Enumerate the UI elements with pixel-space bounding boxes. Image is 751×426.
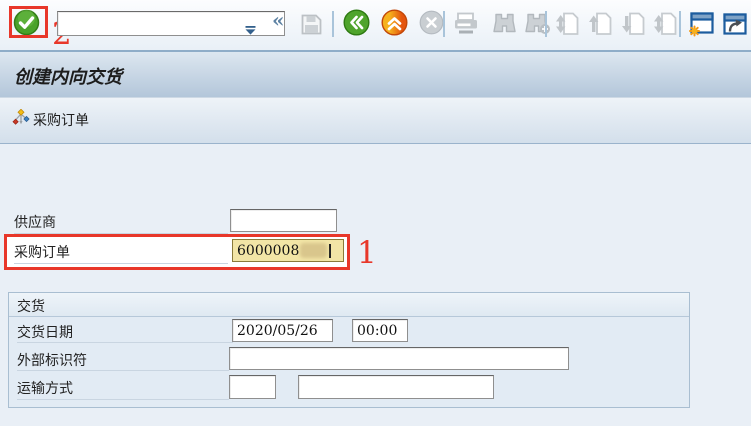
print-icon [452,24,480,39]
create-shortcut-button[interactable] [722,12,748,39]
exit-button[interactable] [381,9,408,39]
external-id-label: 外部标识符 [17,350,229,371]
cancel-button[interactable] [419,10,444,38]
vendor-label: 供应商 [14,212,228,234]
save-button[interactable] [300,13,323,39]
toolbar-separator [443,11,445,37]
save-icon [300,24,323,39]
transport-mode-label: 运输方式 [17,378,229,400]
delivery-date-input[interactable] [232,319,333,342]
purchase-orders-button[interactable]: 采购订单 [6,106,95,134]
annotation-number-1: 1 [357,238,377,269]
toolbar-separator [679,11,681,37]
application-toolbar: 采购订单 [0,98,751,144]
last-page-button[interactable] [652,11,678,40]
purchase-order-input[interactable]: 6000008 [232,239,344,262]
toolbar-separator [545,11,547,37]
back-icon [343,24,370,39]
annotation-box-step2 [9,6,48,38]
delivery-group-header: 交货 [9,293,689,317]
next-page-button[interactable] [620,11,646,40]
back-button[interactable] [343,9,370,39]
purchase-order-value: 6000008 [237,243,299,259]
purchase-order-label: 采购订单 [14,242,228,264]
purchase-orders-icon [12,109,30,131]
find-icon [492,22,517,37]
delivery-time-input[interactable] [352,319,408,342]
purchase-orders-button-label: 采购订单 [33,110,89,130]
collapse-toolbar-icon[interactable]: « [272,10,285,30]
print-button[interactable] [452,12,480,39]
create-shortcut-icon [722,24,748,39]
find-button[interactable] [492,12,517,37]
delivery-date-label: 交货日期 [17,322,233,343]
transport-code-input[interactable] [229,375,276,399]
command-dropdown-icon[interactable] [245,20,256,39]
first-page-icon [554,25,580,40]
transport-description-input[interactable] [298,375,494,399]
new-session-icon [687,25,715,40]
next-page-icon [620,25,646,40]
previous-page-icon [587,25,613,40]
title-bar: 创建内向交货 [0,52,751,98]
previous-page-button[interactable] [587,11,613,40]
external-id-input[interactable] [229,347,569,370]
form-area: 供应商 采购订单 6000008 1 交货 交货日期 外部标识符 运输方式 [0,143,751,426]
delivery-group-title: 交货 [17,296,45,316]
last-page-icon [652,25,678,40]
text-cursor [329,244,331,258]
vendor-input[interactable] [230,209,337,232]
delivery-group-box: 交货 交货日期 外部标识符 运输方式 [8,292,690,408]
system-toolbar: 2 « [0,0,751,52]
new-session-button[interactable] [687,11,715,40]
first-page-button[interactable] [554,11,580,40]
toolbar-separator [332,11,334,37]
cancel-icon [419,23,444,38]
redacted-digits [300,243,327,258]
exit-icon [381,24,408,39]
page-title: 创建内向交货 [14,63,122,89]
